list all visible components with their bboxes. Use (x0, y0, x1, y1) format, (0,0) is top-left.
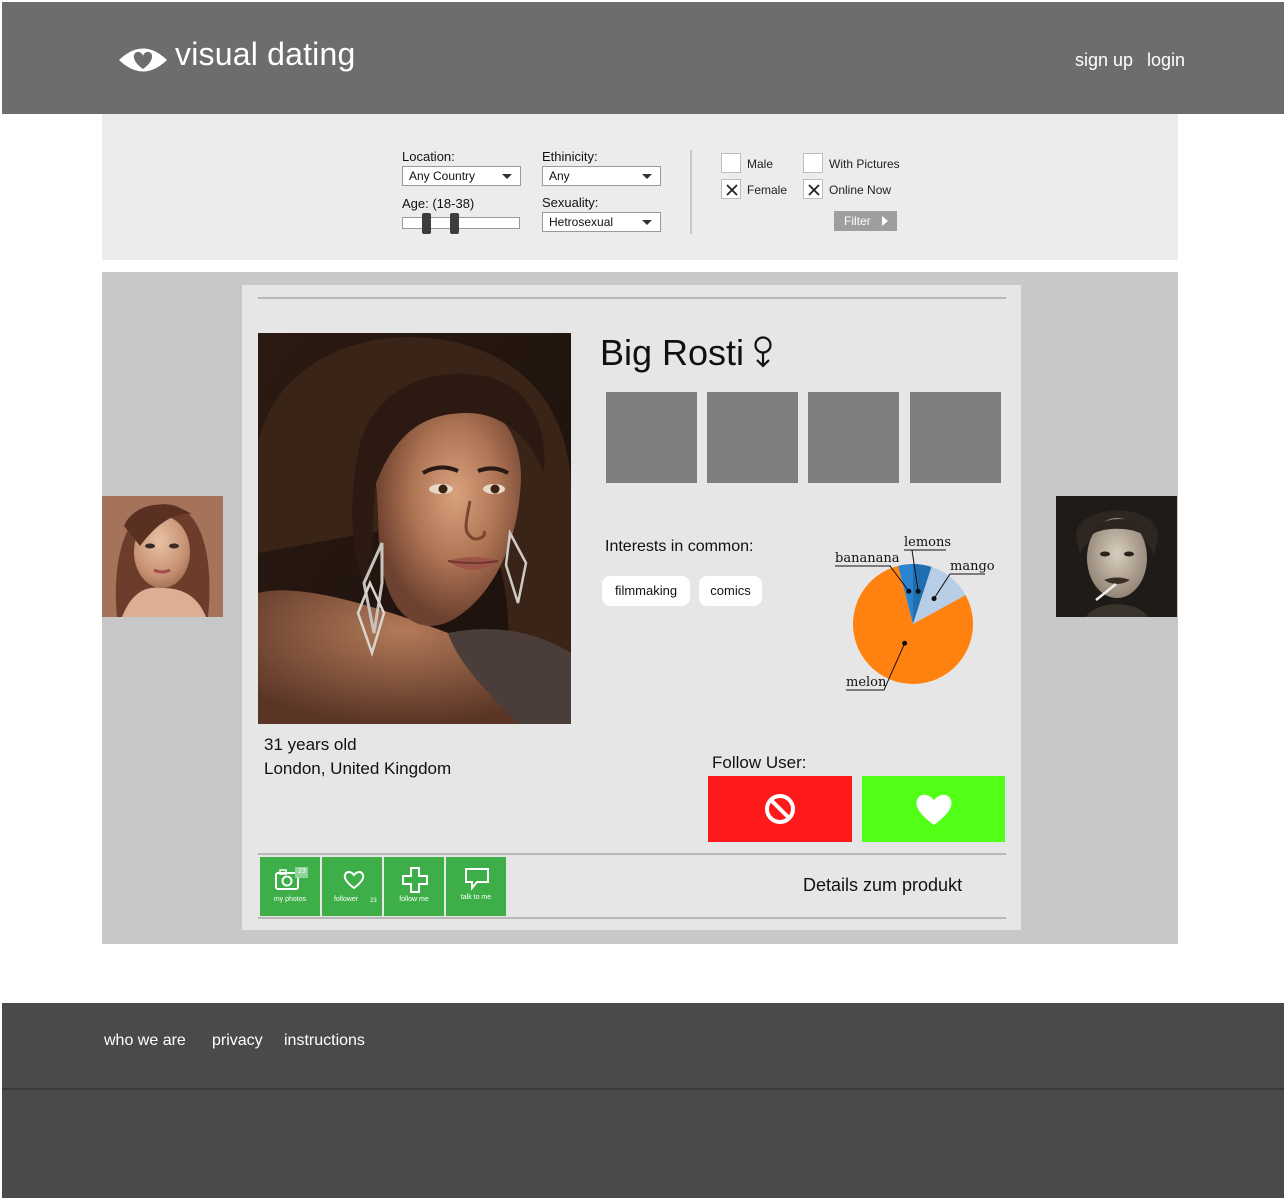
photos-count-badge: 23 (298, 868, 306, 875)
pie-pointer-dot (902, 640, 908, 646)
my-photos-tile[interactable]: 23 my photos (260, 857, 320, 916)
profile-location: London, United Kingdom (264, 759, 452, 778)
tile-label: talk to me (460, 894, 492, 901)
ethnicity-select-value: Any (549, 169, 570, 183)
follow-user-label: Follow User: (712, 753, 807, 772)
interests-pie-chart: lemons mango melon bananana (835, 535, 995, 691)
age-max-handle[interactable] (450, 213, 459, 234)
filter-panel (102, 114, 1178, 260)
speech-bubble-icon (465, 868, 489, 891)
tile-label: my photos (273, 896, 307, 903)
like-button[interactable] (862, 776, 1005, 842)
reject-button[interactable] (708, 776, 852, 842)
gallery-thumbnail[interactable] (910, 392, 1001, 483)
previous-profile-photo[interactable] (102, 496, 223, 617)
footer (2, 1003, 1284, 1088)
check-x-icon (808, 184, 820, 196)
footer-bottom (2, 1090, 1284, 1198)
filter-divider (690, 150, 692, 234)
login-link[interactable]: login (1147, 50, 1185, 71)
interest-tag[interactable]: filmmaking (602, 576, 690, 606)
ethnicity-label: Ethinicity: (542, 149, 598, 164)
talk-to-me-tile[interactable]: talk to me (446, 857, 506, 916)
follower-count-badge: 23 (370, 898, 377, 904)
brand-name[interactable]: visual dating (175, 36, 356, 73)
female-label: Female (747, 183, 788, 197)
play-arrow-icon (882, 216, 888, 226)
block-icon (765, 794, 795, 824)
sign-up-link[interactable]: sign up (1075, 50, 1133, 71)
pie-label-bananana: bananana (835, 551, 900, 566)
tile-label: follow me (399, 896, 429, 903)
with-pictures-label: With Pictures (829, 157, 900, 171)
card-mid-rule (258, 853, 1006, 855)
tile-label: follower (333, 896, 359, 903)
filter-button[interactable]: Filter (834, 211, 897, 231)
profile-main-photo[interactable] (258, 333, 571, 724)
instructions-link[interactable]: instructions (284, 1032, 365, 1050)
eye-heart-logo-icon[interactable] (118, 43, 168, 77)
sexuality-select-value: Hetrosexual (549, 215, 614, 229)
filter-button-label: Filter (844, 214, 871, 228)
check-x-icon (726, 184, 738, 196)
gallery-thumbnail[interactable] (606, 392, 697, 483)
who-we-are-link[interactable]: who we are (104, 1032, 186, 1050)
follower-tile[interactable]: follower 23 (322, 857, 382, 916)
sexuality-select[interactable]: Hetrosexual (542, 212, 661, 232)
age-range-slider[interactable] (402, 217, 520, 229)
ethnicity-select[interactable]: Any (542, 166, 661, 186)
location-select-value: Any Country (409, 169, 476, 183)
online-now-label: Online Now (829, 183, 892, 197)
next-profile-photo[interactable] (1056, 496, 1177, 617)
pie-pointer-dot (931, 596, 937, 602)
gallery-thumbnail[interactable] (707, 392, 798, 483)
interest-tag[interactable]: comics (699, 576, 762, 606)
age-min-handle[interactable] (422, 213, 431, 234)
heart-icon (916, 794, 952, 825)
profile-age: 31 years old (264, 735, 357, 754)
follow-me-tile[interactable]: follow me (384, 857, 444, 916)
gallery-thumbnail[interactable] (808, 392, 899, 483)
heart-icon (343, 871, 365, 890)
online-now-checkbox[interactable] (803, 179, 823, 199)
female-symbol-icon (754, 336, 772, 368)
location-select[interactable]: Any Country (402, 166, 521, 186)
male-label: Male (747, 157, 774, 171)
card-bottom-rule (258, 917, 1006, 919)
female-checkbox[interactable] (721, 179, 741, 199)
chevron-down-icon (642, 174, 652, 179)
privacy-link[interactable]: privacy (212, 1032, 263, 1050)
age-label: Age: (18-38) (402, 196, 475, 211)
details-link[interactable]: Details zum produkt (803, 875, 962, 896)
sexuality-label: Sexuality: (542, 195, 599, 210)
chevron-down-icon (642, 220, 652, 225)
plus-icon (402, 867, 428, 893)
pie-label-melon: melon (846, 675, 887, 690)
card-top-rule (258, 297, 1006, 299)
interests-title: Interests in common: (605, 538, 754, 555)
profile-name: Big Rosti (600, 332, 745, 373)
location-label: Location: (402, 149, 455, 164)
pie-label-mango: mango (950, 559, 995, 574)
with-pictures-checkbox[interactable] (803, 153, 823, 173)
chevron-down-icon (502, 174, 512, 179)
pie-label-lemons: lemons (904, 535, 951, 550)
male-checkbox[interactable] (721, 153, 741, 173)
